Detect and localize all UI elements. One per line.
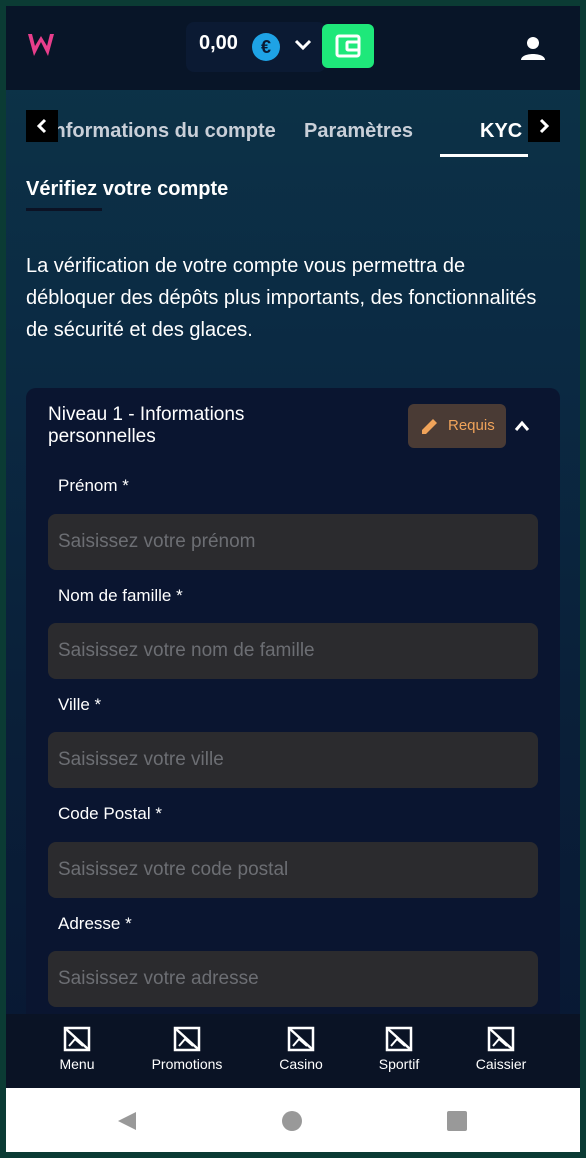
nav-item-menu[interactable]: Menu xyxy=(27,1014,127,1088)
nav-label-cashier: Caissier xyxy=(475,1056,527,1072)
tabs-scroll-left-button[interactable] xyxy=(26,110,58,142)
bottom-navigation: Menu Promotions Casino Sportif Caissier xyxy=(6,1014,580,1088)
postal-code-input[interactable] xyxy=(48,842,538,898)
system-navigation-bar xyxy=(6,1088,580,1152)
address-input[interactable] xyxy=(48,951,538,1007)
last-name-label: Nom de famille * xyxy=(58,586,183,605)
postal-code-label: Code Postal * xyxy=(58,804,162,823)
system-back-icon[interactable] xyxy=(116,1110,138,1132)
required-status-badge[interactable]: Requis xyxy=(408,404,506,448)
nav-item-promotions[interactable]: Promotions xyxy=(137,1014,237,1088)
verification-intro-text: La vérification de votre compte vous per… xyxy=(26,255,537,341)
nav-item-cashier[interactable]: Caissier xyxy=(451,1014,551,1088)
app-frame: 0,00 € Informations du compte Paramètres… xyxy=(6,6,580,1152)
chevron-left-icon xyxy=(36,118,47,134)
nav-item-casino[interactable]: Casino xyxy=(251,1014,351,1088)
section-title-underline xyxy=(26,208,102,211)
broken-image-icon xyxy=(385,1026,413,1052)
brand-logo-icon[interactable] xyxy=(26,30,56,60)
broken-image-icon xyxy=(287,1026,315,1052)
kyc-level-card: Niveau 1 - Informations personnelles Req… xyxy=(26,388,560,1088)
required-status-label: Requis xyxy=(448,417,495,434)
system-home-icon[interactable] xyxy=(282,1111,302,1131)
tab-settings[interactable]: Paramètres xyxy=(304,120,413,143)
tab-kyc[interactable]: KYC xyxy=(480,120,522,143)
nav-label-sports: Sportif xyxy=(378,1056,420,1072)
section-title: Vérifiez votre compte xyxy=(26,178,229,200)
tabs-scroll-right-button[interactable] xyxy=(528,110,560,142)
wallet-button[interactable] xyxy=(322,24,374,68)
active-tab-indicator xyxy=(440,154,528,157)
first-name-input[interactable] xyxy=(48,514,538,570)
broken-image-icon xyxy=(173,1026,201,1052)
system-recents-icon[interactable] xyxy=(447,1111,467,1131)
user-account-icon[interactable] xyxy=(518,34,548,64)
nav-label-casino: Casino xyxy=(279,1056,323,1072)
nav-item-sports[interactable]: Sportif xyxy=(349,1014,449,1088)
pencil-icon xyxy=(422,419,437,434)
nav-label-promotions: Promotions xyxy=(151,1056,223,1072)
top-header: 0,00 € xyxy=(6,6,580,90)
address-label: Adresse * xyxy=(58,914,132,933)
tab-account-info[interactable]: Informations du compte xyxy=(48,120,276,143)
chevron-down-icon[interactable] xyxy=(294,38,312,52)
last-name-input[interactable] xyxy=(48,623,538,679)
chevron-right-icon xyxy=(539,118,550,134)
nav-label-menu: Menu xyxy=(59,1056,95,1072)
balance-amount: 0,00 xyxy=(199,32,238,54)
euro-icon: € xyxy=(252,33,280,61)
city-input[interactable] xyxy=(48,732,538,788)
chevron-up-icon[interactable] xyxy=(514,420,530,432)
wallet-icon xyxy=(335,34,361,58)
broken-image-icon xyxy=(487,1026,515,1052)
kyc-level-title: Niveau 1 - Informations personnelles xyxy=(48,404,245,447)
first-name-label: Prénom * xyxy=(58,476,129,495)
city-label: Ville * xyxy=(58,695,102,714)
account-tabs: Informations du compte Paramètres KYC xyxy=(6,90,580,160)
broken-image-icon xyxy=(63,1026,91,1052)
